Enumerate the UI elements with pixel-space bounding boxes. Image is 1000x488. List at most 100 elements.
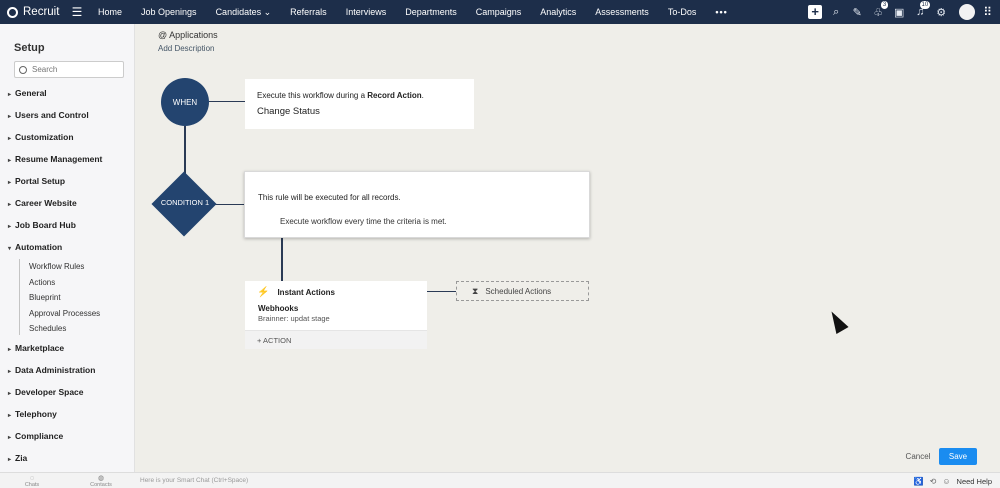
sidebar-item-label: Career Website [15,198,77,208]
connector-line [209,101,245,102]
menu-icon[interactable]: ☰ [68,5,86,19]
nav-todos[interactable]: To-Dos [668,7,697,17]
sidebar-title: Setup [14,42,45,54]
caret-right-icon: ▸ [8,202,12,208]
sidebar-item-marketplace[interactable]: ▸ Marketplace [8,343,64,353]
brand[interactable]: Recruit [0,6,64,18]
sidebar-subitem-actions[interactable]: Actions [29,278,55,287]
caret-right-icon: ▸ [8,114,12,120]
scheduled-actions-label: Scheduled Actions [485,286,552,296]
sidebar-item-label: General [15,88,47,98]
when-description: Execute this workflow during a Record Ac… [257,91,424,100]
contacts-label: Contacts [90,482,112,488]
sidebar-item-label: Customization [15,132,74,142]
save-button[interactable]: Save [939,448,977,465]
hourglass-icon: ⧗ [472,285,479,296]
sidebar-item-career-website[interactable]: ▸ Career Website [8,198,77,208]
add-description-link[interactable]: Add Description [158,44,214,53]
nav-candidates[interactable]: Candidates ⌄ [216,7,272,18]
create-button[interactable]: + [805,0,825,24]
feeds-icon[interactable]: ✎ [847,0,867,24]
sidebar-item-automation[interactable]: ▾ Automation [8,242,62,252]
search-icon [19,65,27,74]
condition-card[interactable]: This rule will be executed for all recor… [244,171,590,238]
brand-name: Recruit [23,6,60,18]
nav-home[interactable]: Home [98,7,122,17]
need-help-button[interactable]: Need Help [957,477,992,486]
sidebar-subitem-workflow-rules[interactable]: Workflow Rules [29,262,84,271]
search-icon[interactable]: ⌕ [826,0,846,24]
nav-job-openings[interactable]: Job Openings [141,7,197,17]
bottom-bar-actions: ♿ ⟲ ☺ Need Help [914,473,1000,488]
nav-departments[interactable]: Departments [405,7,457,17]
when-node[interactable]: WHEN [161,78,209,126]
sidebar-item-label: Zia [15,453,28,463]
nav-more[interactable]: ••• [715,7,727,17]
smart-chat-input[interactable]: Here is your Smart Chat (Ctrl+Space) [140,477,248,484]
chats-button[interactable]: ◌ Chats [17,475,47,488]
sidebar-search[interactable] [14,61,124,78]
apps-grid-icon[interactable]: ⠿ [983,5,992,19]
sidebar-search-input[interactable] [32,65,118,74]
sidebar-item-telephony[interactable]: ▸ Telephony [8,409,57,419]
when-text-pre: Execute this workflow during a [257,91,368,100]
sidebar-item-developer-space[interactable]: ▸ Developer Space [8,387,84,397]
when-text-post: . [421,91,424,100]
history-icon[interactable]: ⟲ [930,477,937,486]
help-icon[interactable]: ☺ [942,477,950,486]
sidebar-subitem-schedules[interactable]: Schedules [29,324,66,333]
when-card[interactable]: Execute this workflow during a Record Ac… [245,79,474,129]
sidebar-item-users-and-control[interactable]: ▸ Users and Control [8,110,89,120]
recruit-logo-icon [7,6,18,18]
nav-referrals[interactable]: Referrals [290,7,327,17]
caret-right-icon: ▸ [8,136,12,142]
notifications-badge: 10 [919,1,931,9]
caret-right-icon: ▸ [8,224,12,230]
accessibility-icon[interactable]: ♿ [914,477,924,486]
caret-right-icon: ▸ [8,347,12,353]
condition-text: This rule will be executed for all recor… [258,193,401,202]
chevron-down-icon: ⌄ [263,6,272,17]
sidebar-subitem-approval-processes[interactable]: Approval Processes [29,309,100,318]
module-label: @ Applications [158,30,218,40]
sidebar-item-label: Telephony [15,409,57,419]
sidebar-item-label: Compliance [15,431,64,441]
top-navbar: Recruit ☰ Home Job Openings Candidates ⌄… [0,0,1000,24]
caret-down-icon: ▾ [8,246,12,252]
instant-actions-title: Instant Actions [277,288,335,297]
sidebar-item-zia[interactable]: ▸ Zia [8,453,27,463]
nav-campaigns[interactable]: Campaigns [476,7,522,17]
calendar-icon[interactable]: ▣ [889,0,909,24]
sidebar-item-customization[interactable]: ▸ Customization [8,132,74,142]
condition-node-label: CONDITION 1 [160,198,210,207]
referrals-icon[interactable]: ♧ 3 [868,0,889,24]
sidebar-item-label: Marketplace [15,343,65,353]
avatar[interactable] [959,4,976,20]
caret-right-icon: ▸ [8,369,12,375]
connector-line [427,291,456,292]
webhook-detail[interactable]: Brainner: updat stage [258,314,330,323]
cancel-button[interactable]: Cancel [899,448,937,465]
condition-subtext: Execute workflow every time the criteria… [280,217,447,226]
caret-right-icon: ▸ [8,180,12,186]
sidebar-item-compliance[interactable]: ▸ Compliance [8,431,63,441]
sidebar-item-label: Resume Management [15,154,103,164]
scheduled-actions-box[interactable]: ⧗ Scheduled Actions [456,281,589,301]
bell-icon[interactable]: ♫ 10 [910,0,931,24]
webhook-title[interactable]: Webhooks [258,304,298,313]
when-node-label: WHEN [172,97,198,107]
nav-assessments[interactable]: Assessments [595,7,649,17]
sidebar-subitem-blueprint[interactable]: Blueprint [29,293,61,302]
sidebar-item-resume-management[interactable]: ▸ Resume Management [8,154,102,164]
contacts-icon: ◍ [97,475,105,482]
sidebar-item-job-board-hub[interactable]: ▸ Job Board Hub [8,220,76,230]
sidebar-item-data-administration[interactable]: ▸ Data Administration [8,365,95,375]
nav-analytics[interactable]: Analytics [540,7,576,17]
nav-interviews[interactable]: Interviews [346,7,387,17]
gear-icon[interactable]: ⚙ [931,0,951,24]
contacts-button[interactable]: ◍ Contacts [86,475,116,488]
sidebar-item-portal-setup[interactable]: ▸ Portal Setup [8,176,65,186]
sidebar-item-label: Developer Space [15,387,84,397]
add-action-button[interactable]: + ACTION [245,330,427,349]
sidebar-item-general[interactable]: ▸ General [8,88,47,98]
